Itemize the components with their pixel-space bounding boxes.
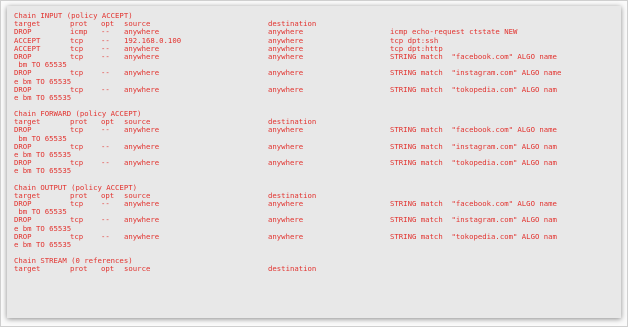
rule-extra: STRING match "instagram.com" ALGO nam	[390, 141, 557, 151]
header-prot: prot	[70, 264, 88, 274]
rule-row: DROP tcp -- anywhere anywhere STRING mat…	[14, 126, 621, 134]
rule-opt: --	[101, 141, 110, 151]
rule-opt: --	[101, 125, 110, 135]
rule-extra: STRING match "tokopedia.com" ALGO nam	[390, 158, 557, 168]
rule-cont: e bm TO 65535	[14, 166, 72, 176]
rule-destination: anywhere	[268, 68, 304, 78]
rule-source: anywhere	[124, 215, 160, 225]
rule-cont: e bm TO 65535	[14, 92, 72, 102]
rule-prot: tcp	[70, 125, 84, 135]
rule-opt: --	[101, 158, 110, 168]
header-opt: opt	[101, 264, 115, 274]
rule-row: DROP tcp -- anywhere anywhere STRING mat…	[14, 69, 621, 77]
rule-source: anywhere	[124, 198, 160, 208]
header-target: target	[14, 264, 41, 274]
rule-row: DROP tcp -- anywhere anywhere STRING mat…	[14, 231, 621, 241]
rule-row: DROP tcp -- anywhere anywhere STRING mat…	[14, 51, 621, 61]
rule-extra: STRING match "instagram.com" ALGO nam	[390, 215, 557, 225]
rule-destination: anywhere	[268, 141, 304, 151]
rule-cont: e bm TO 65535	[14, 239, 72, 249]
rule-extra: STRING match "tokopedia.com" ALGO nam	[390, 84, 557, 94]
header-source: source	[124, 264, 151, 274]
rule-continuation: e bm TO 65535	[14, 239, 621, 249]
rule-prot: tcp	[70, 198, 84, 208]
rule-destination: anywhere	[268, 84, 304, 94]
rule-extra: STRING match "facebook.com" ALGO name	[390, 51, 557, 61]
rule-source: anywhere	[124, 141, 160, 151]
rule-opt: --	[101, 84, 110, 94]
rule-opt: --	[101, 51, 110, 61]
terminal-output: Chain INPUT (policy ACCEPT) target prot …	[7, 6, 621, 318]
rule-source: anywhere	[124, 84, 160, 94]
rule-opt: --	[101, 68, 110, 78]
rule-destination: anywhere	[268, 231, 304, 241]
rule-source: anywhere	[124, 231, 160, 241]
rule-prot: tcp	[70, 141, 84, 151]
screenshot-frame: Chain INPUT (policy ACCEPT) target prot …	[0, 0, 628, 327]
rule-opt: --	[101, 231, 110, 241]
rule-source: anywhere	[124, 51, 160, 61]
rule-opt: --	[101, 215, 110, 225]
rule-continuation: e bm TO 65535	[14, 167, 621, 175]
rule-row: DROP tcp -- anywhere anywhere STRING mat…	[14, 141, 621, 151]
rule-prot: tcp	[70, 215, 84, 225]
header-destination: destination	[268, 264, 317, 274]
rule-destination: anywhere	[268, 198, 304, 208]
rule-destination: anywhere	[268, 158, 304, 168]
rule-extra: STRING match "instagram.com" ALGO name	[390, 68, 562, 78]
rule-source: anywhere	[124, 68, 160, 78]
rule-row: DROP tcp -- anywhere anywhere STRING mat…	[14, 84, 621, 94]
rule-prot: tcp	[70, 231, 84, 241]
rule-destination: anywhere	[268, 215, 304, 225]
rule-extra: STRING match "facebook.com" ALGO name	[390, 125, 557, 135]
rule-source: anywhere	[124, 125, 160, 135]
rule-opt: --	[101, 198, 110, 208]
rule-extra: STRING match "facebook.com" ALGO name	[390, 198, 557, 208]
rule-extra: STRING match "tokopedia.com" ALGO nam	[390, 231, 557, 241]
rule-row: DROP tcp -- anywhere anywhere STRING mat…	[14, 216, 621, 224]
rule-prot: tcp	[70, 84, 84, 94]
rule-destination: anywhere	[268, 125, 304, 135]
rule-prot: tcp	[70, 68, 84, 78]
rule-prot: tcp	[70, 158, 84, 168]
rule-row: DROP tcp -- anywhere anywhere STRING mat…	[14, 198, 621, 208]
rule-prot: tcp	[70, 51, 84, 61]
rule-row: DROP tcp -- anywhere anywhere STRING mat…	[14, 158, 621, 168]
rule-source: anywhere	[124, 158, 160, 168]
rule-continuation: e bm TO 65535	[14, 92, 621, 102]
column-header-row: target prot opt source destination	[14, 265, 621, 273]
rule-destination: anywhere	[268, 51, 304, 61]
